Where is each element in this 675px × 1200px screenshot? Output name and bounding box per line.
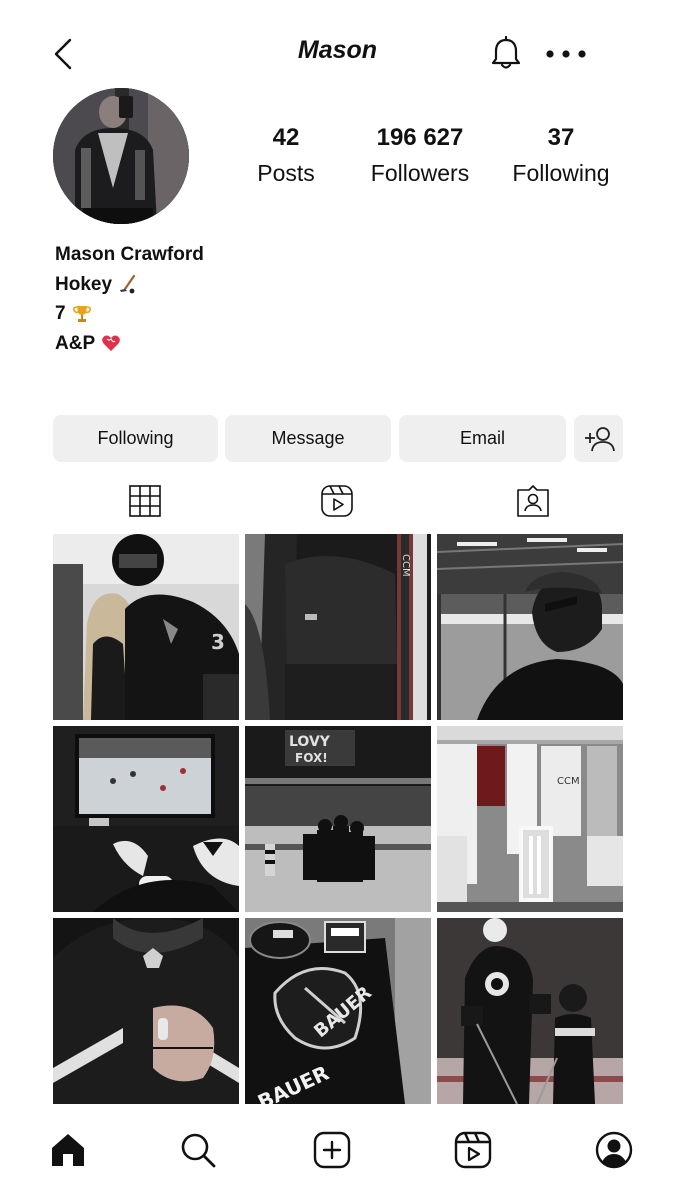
heart-icon bbox=[102, 335, 121, 352]
reels-nav-icon[interactable] bbox=[453, 1130, 493, 1170]
bio: Mason Crawford Hokey 7 A&P bbox=[55, 240, 204, 358]
grid-icon[interactable] bbox=[128, 484, 162, 518]
stat-followers-label: Followers bbox=[370, 160, 470, 186]
more-dots-icon[interactable] bbox=[544, 44, 588, 64]
stat-posts[interactable]: 42 Posts bbox=[216, 124, 356, 190]
add-person-icon bbox=[584, 426, 615, 451]
bio-name-text: Mason Crawford bbox=[55, 244, 204, 265]
post-gear-bag[interactable]: BAUER BAUER bbox=[245, 918, 431, 1104]
tagged-icon[interactable] bbox=[516, 484, 550, 518]
bell-icon[interactable] bbox=[488, 36, 524, 72]
stat-posts-label: Posts bbox=[257, 160, 315, 186]
stat-posts-value: 42 bbox=[272, 124, 300, 151]
post-arena-celebration[interactable]: LOVY FOX! bbox=[245, 726, 431, 912]
bio-line-2-text: 7 bbox=[55, 303, 66, 324]
stat-following-label: Following bbox=[512, 160, 610, 186]
search-icon[interactable] bbox=[178, 1130, 218, 1170]
svg-text:FOX!: FOX! bbox=[295, 751, 328, 765]
create-icon[interactable] bbox=[312, 1130, 352, 1170]
stat-followers-value: 196 627 bbox=[376, 124, 464, 151]
post-locker-room[interactable]: CCM bbox=[437, 726, 623, 912]
bio-line-1: Hokey bbox=[55, 270, 204, 300]
stat-followers[interactable]: 196 627 Followers bbox=[350, 124, 490, 190]
post-nhl-hoodie[interactable] bbox=[53, 918, 239, 1104]
stat-following-value: 37 bbox=[547, 124, 575, 151]
post-couple-kiss[interactable]: 3 bbox=[53, 534, 239, 720]
trophy-icon bbox=[72, 305, 91, 322]
bio-name: Mason Crawford bbox=[55, 240, 204, 270]
avatar[interactable] bbox=[53, 88, 189, 224]
profile-icon[interactable] bbox=[594, 1130, 634, 1170]
hockey-stick-icon bbox=[120, 275, 136, 294]
post-sticks-locker[interactable]: CCM bbox=[245, 534, 431, 720]
svg-text:CCM: CCM bbox=[557, 776, 580, 787]
svg-text:LOVY: LOVY bbox=[289, 734, 331, 750]
svg-text:3: 3 bbox=[211, 630, 225, 654]
add-person-button[interactable] bbox=[574, 415, 623, 462]
bio-line-3: A&P bbox=[55, 329, 204, 359]
post-grid: 3 CCM LOVY FOX! CCM BAUER BAUER bbox=[53, 534, 623, 1105]
reels-icon[interactable] bbox=[320, 484, 354, 518]
post-practice-kid[interactable] bbox=[437, 918, 623, 1104]
post-tv-gaming[interactable] bbox=[53, 726, 239, 912]
bottom-nav bbox=[0, 1120, 675, 1200]
following-button[interactable]: Following bbox=[53, 415, 218, 462]
post-rink-cap[interactable] bbox=[437, 534, 623, 720]
stat-following[interactable]: 37 Following bbox=[491, 124, 631, 190]
bio-line-1-text: Hokey bbox=[55, 273, 113, 295]
home-icon[interactable] bbox=[48, 1130, 88, 1170]
bio-line-2: 7 bbox=[55, 299, 204, 329]
top-bar: Mason bbox=[0, 0, 675, 105]
svg-text:CCM: CCM bbox=[400, 554, 411, 577]
bio-line-3-text: A&P bbox=[55, 332, 96, 354]
message-button[interactable]: Message bbox=[225, 415, 391, 462]
email-button[interactable]: Email bbox=[399, 415, 566, 462]
